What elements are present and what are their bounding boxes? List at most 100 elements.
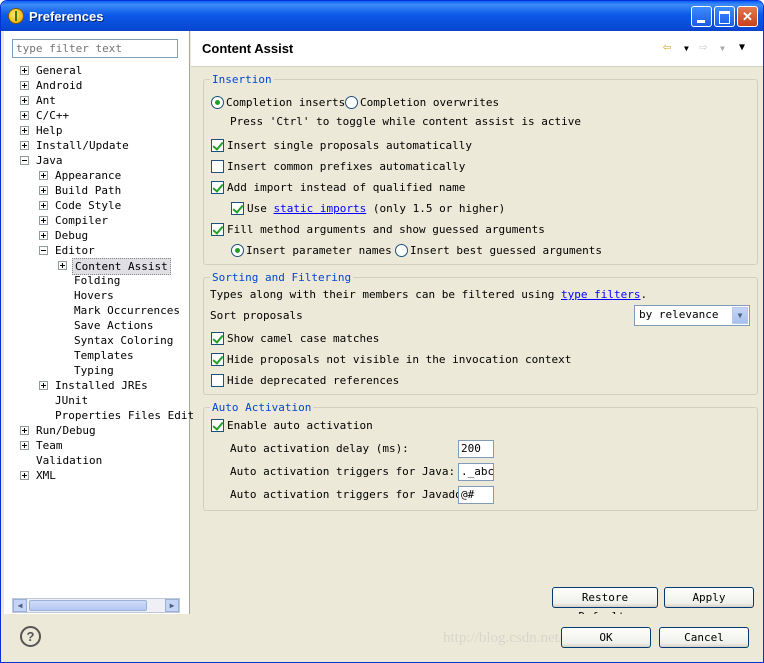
expand-icon[interactable] bbox=[39, 231, 48, 240]
tree-item-label[interactable]: Team bbox=[36, 438, 63, 453]
hide-deprecated-checkbox[interactable] bbox=[211, 374, 224, 387]
tree-item[interactable]: Templates bbox=[4, 348, 190, 363]
hide-not-visible-label[interactable]: Hide proposals not visible in the invoca… bbox=[227, 353, 571, 367]
completion-overwrites-radio[interactable] bbox=[345, 96, 358, 109]
minimize-button[interactable] bbox=[691, 6, 712, 27]
tree-item-label[interactable]: Debug bbox=[55, 228, 88, 243]
tree-item[interactable]: XML bbox=[4, 468, 190, 483]
tree-item-label[interactable]: Help bbox=[36, 123, 63, 138]
add-import-checkbox[interactable] bbox=[211, 181, 224, 194]
help-icon[interactable]: ? bbox=[20, 626, 41, 647]
tree-item-label[interactable]: Mark Occurrences bbox=[74, 303, 180, 318]
expand-icon[interactable] bbox=[39, 171, 48, 180]
completion-inserts-radio[interactable] bbox=[211, 96, 224, 109]
tree-item[interactable]: Android bbox=[4, 78, 190, 93]
tree-item[interactable]: Help bbox=[4, 123, 190, 138]
insert-best-guessed-label[interactable]: Insert best guessed arguments bbox=[410, 244, 602, 258]
use-static-imports-label[interactable]: Use static imports (only 1.5 or higher) bbox=[247, 202, 505, 216]
insert-single-label[interactable]: Insert single proposals automatically bbox=[227, 139, 472, 153]
tree-item[interactable]: Appearance bbox=[4, 168, 190, 183]
expand-icon[interactable] bbox=[20, 126, 29, 135]
forward-dropdown-icon[interactable]: ▼ bbox=[720, 44, 725, 53]
tree-item[interactable]: Typing bbox=[4, 363, 190, 378]
tree-item[interactable]: Ant bbox=[4, 93, 190, 108]
collapse-icon[interactable] bbox=[20, 156, 29, 165]
expand-icon[interactable] bbox=[39, 381, 48, 390]
tree-item[interactable]: Code Style bbox=[4, 198, 190, 213]
camel-case-checkbox[interactable] bbox=[211, 332, 224, 345]
tree-item-label[interactable]: Validation bbox=[36, 453, 102, 468]
javadoc-triggers-input[interactable]: @# bbox=[458, 486, 494, 504]
tree-horizontal-scrollbar[interactable]: ◀ ▶ bbox=[12, 598, 180, 613]
tree-item-label[interactable]: Run/Debug bbox=[36, 423, 96, 438]
tree-item-label[interactable]: Save Actions bbox=[74, 318, 153, 333]
close-button[interactable]: ✕ bbox=[737, 6, 758, 27]
tree-item-label[interactable]: C/C++ bbox=[36, 108, 69, 123]
tree-item-label[interactable]: Typing bbox=[74, 363, 114, 378]
type-filters-link[interactable]: type filters bbox=[561, 288, 640, 301]
tree-item-label[interactable]: Installed JREs bbox=[55, 378, 148, 393]
expand-icon[interactable] bbox=[20, 111, 29, 120]
completion-overwrites-label[interactable]: Completion overwrites bbox=[360, 96, 499, 110]
tree-item-label[interactable]: JUnit bbox=[55, 393, 88, 408]
tree-item[interactable]: Java bbox=[4, 153, 190, 168]
expand-icon[interactable] bbox=[20, 426, 29, 435]
hide-not-visible-checkbox[interactable] bbox=[211, 353, 224, 366]
tree-item[interactable]: Validation bbox=[4, 453, 190, 468]
use-static-imports-checkbox[interactable] bbox=[231, 202, 244, 215]
enable-auto-activation-checkbox[interactable] bbox=[211, 419, 224, 432]
tree-item[interactable]: Save Actions bbox=[4, 318, 190, 333]
expand-icon[interactable] bbox=[20, 81, 29, 90]
tree-item[interactable]: Build Path bbox=[4, 183, 190, 198]
insert-parameter-names-label[interactable]: Insert parameter names bbox=[246, 244, 392, 258]
add-import-label[interactable]: Add import instead of qualified name bbox=[227, 181, 465, 195]
scroll-right-icon[interactable]: ▶ bbox=[165, 599, 179, 612]
maximize-button[interactable] bbox=[714, 6, 735, 27]
expand-icon[interactable] bbox=[39, 216, 48, 225]
restore-defaults-button[interactable]: Restore Defaults bbox=[552, 587, 658, 623]
insert-common-checkbox[interactable] bbox=[211, 160, 224, 173]
hide-deprecated-label[interactable]: Hide deprecated references bbox=[227, 374, 399, 388]
tree-item-label[interactable]: Hovers bbox=[74, 288, 114, 303]
tree-item-label[interactable]: Install/Update bbox=[36, 138, 129, 153]
tree-item[interactable]: Team bbox=[4, 438, 190, 453]
expand-icon[interactable] bbox=[39, 201, 48, 210]
expand-icon[interactable] bbox=[20, 66, 29, 75]
tree-item-label[interactable]: Folding bbox=[74, 273, 120, 288]
tree-item-label[interactable]: General bbox=[36, 63, 82, 78]
ok-button[interactable]: OK bbox=[561, 627, 651, 648]
sort-proposals-select[interactable]: by relevance ▼ bbox=[634, 305, 750, 326]
expand-icon[interactable] bbox=[20, 441, 29, 450]
java-triggers-input[interactable]: ._abc bbox=[458, 463, 494, 481]
tree-item[interactable]: Mark Occurrences bbox=[4, 303, 190, 318]
tree-item-label[interactable]: Ant bbox=[36, 93, 56, 108]
tree-item[interactable]: Folding bbox=[4, 273, 190, 288]
apply-button[interactable]: Apply bbox=[664, 587, 754, 608]
tree-item[interactable]: Run/Debug bbox=[4, 423, 190, 438]
scroll-thumb[interactable] bbox=[29, 600, 147, 611]
tree-item[interactable]: Install/Update bbox=[4, 138, 190, 153]
tree-item[interactable]: Content Assist bbox=[4, 258, 190, 275]
tree-item[interactable]: General bbox=[4, 63, 190, 78]
tree-item-label[interactable]: Android bbox=[36, 78, 82, 93]
insert-common-label[interactable]: Insert common prefixes automatically bbox=[227, 160, 465, 174]
insert-best-guessed-radio[interactable] bbox=[395, 244, 408, 257]
insert-single-checkbox[interactable] bbox=[211, 139, 224, 152]
tree-item[interactable]: Hovers bbox=[4, 288, 190, 303]
tree-item[interactable]: Installed JREs bbox=[4, 378, 190, 393]
tree-item-label[interactable]: Editor bbox=[55, 243, 95, 258]
tree-item[interactable]: C/C++ bbox=[4, 108, 190, 123]
title-bar[interactable]: Preferences ✕ bbox=[1, 1, 763, 31]
completion-inserts-label[interactable]: Completion inserts bbox=[226, 96, 345, 110]
scroll-left-icon[interactable]: ◀ bbox=[13, 599, 27, 612]
tree-item-label[interactable]: Code Style bbox=[55, 198, 121, 213]
tree-item-label[interactable]: Appearance bbox=[55, 168, 121, 183]
tree-item-label[interactable]: Templates bbox=[74, 348, 134, 363]
back-arrow-icon[interactable]: ⇦ bbox=[663, 39, 671, 55]
forward-arrow-icon[interactable]: ⇨ bbox=[699, 39, 707, 55]
tree-item-label[interactable]: XML bbox=[36, 468, 56, 483]
activation-delay-input[interactable]: 200 bbox=[458, 440, 494, 458]
tree-item-label[interactable]: Compiler bbox=[55, 213, 108, 228]
expand-icon[interactable] bbox=[58, 261, 67, 270]
filter-input[interactable] bbox=[12, 39, 178, 58]
